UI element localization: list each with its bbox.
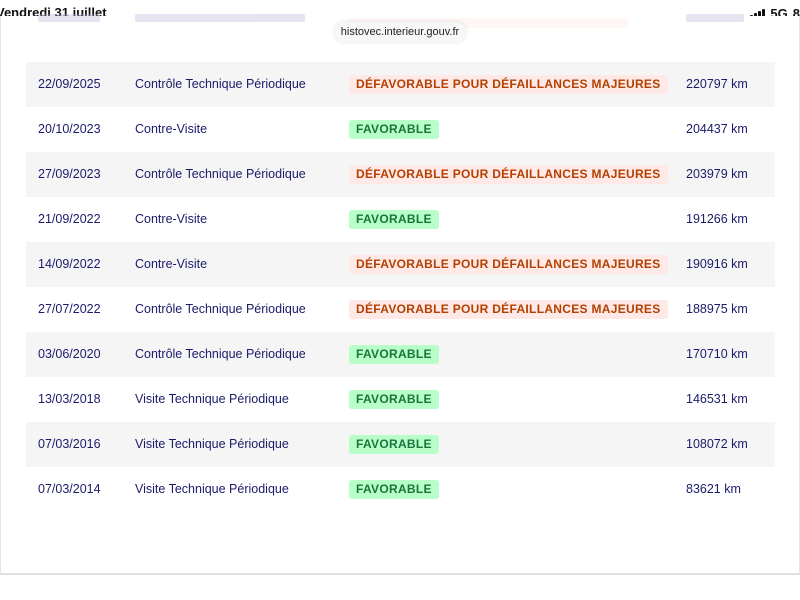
table-row: 20/10/2023 Contre-Visite FAVORABLE 204437 k… [26,107,775,152]
table-row: 07/03/2016 Visite Technique Périodique FAV… [26,422,775,467]
inspection-result: DÉFAVORABLE POUR DÉFAILLANCES MAJEURES [349,75,668,94]
inspection-mileage: 170710 km [686,347,748,361]
inspection-type: Visite Technique Périodique [135,392,289,406]
inspection-date: 22/09/2025 [38,77,101,91]
inspection-mileage: 204437 km [686,122,748,136]
inspection-type: Visite Technique Périodique [135,437,289,451]
result-badge: DÉFAVORABLE POUR DÉFAILLANCES MAJEURES [349,165,668,184]
inspection-date: 27/09/2023 [38,167,101,181]
inspection-mileage: 188975 km [686,302,748,316]
inspection-type: Contrôle Technique Périodique [135,347,306,361]
inspection-mileage: 83621 km [686,482,741,496]
table-row: 13/03/2018 Visite Technique Périodique FAV… [26,377,775,422]
inspection-date: 27/07/2022 [38,302,101,316]
inspection-date: 07/03/2016 [38,437,101,451]
result-badge: FAVORABLE [349,390,439,409]
inspection-result: DÉFAVORABLE POUR DÉFAILLANCES MAJEURES [349,255,668,274]
inspection-result: FAVORABLE [349,210,439,229]
inspection-result: FAVORABLE [349,345,439,364]
table-row: 03/06/2020 Contrôle Technique Périodique F… [26,332,775,377]
page-divider [0,574,800,575]
inspection-result: FAVORABLE [349,480,439,499]
inspection-mileage: 146531 km [686,392,748,406]
inspection-result: DÉFAVORABLE POUR DÉFAILLANCES MAJEURES [349,300,668,319]
inspection-result: FAVORABLE [349,390,439,409]
inspection-mileage: 190916 km [686,257,748,271]
table-row: 27/07/2022 Contrôle Technique Périodique D… [26,287,775,332]
result-badge: FAVORABLE [349,480,439,499]
inspection-result: FAVORABLE [349,120,439,139]
table-row: 27/09/2023 Contrôle Technique Périodique D… [26,152,775,197]
partial-result-placeholder [349,8,629,28]
partial-km-placeholder [686,2,744,34]
inspection-type: Visite Technique Périodique [135,482,289,496]
inspection-type: Contre-Visite [135,257,208,271]
result-badge: FAVORABLE [349,345,439,364]
table-row: 21/09/2022 Contre-Visite FAVORABLE 191266 k… [26,197,775,242]
inspection-type: Contrôle Technique Périodique [135,167,306,181]
result-badge: FAVORABLE [349,210,439,229]
inspection-mileage: 203979 km [686,167,748,181]
inspection-mileage: 191266 km [686,212,748,226]
inspection-date: 13/03/2018 [38,392,101,406]
table-row: 07/03/2014 Visite Technique Périodique FAV… [26,467,775,512]
inspection-type: Contrôle Technique Périodique [135,77,306,91]
inspection-date: 07/03/2014 [38,482,101,496]
result-badge: DÉFAVORABLE POUR DÉFAILLANCES MAJEURES [349,300,668,319]
inspection-type: Contre-Visite [135,212,208,226]
inspection-type: Contre-Visite [135,122,208,136]
result-badge: FAVORABLE [349,120,439,139]
partial-type-placeholder [135,2,305,34]
inspection-type: Contrôle Technique Périodique [135,302,306,316]
table-row: 14/09/2022 Contre-Visite DÉFAVORABLE POUR … [26,242,775,287]
inspection-result: DÉFAVORABLE POUR DÉFAILLANCES MAJEURES [349,165,668,184]
inspection-mileage: 220797 km [686,77,748,91]
result-badge: DÉFAVORABLE POUR DÉFAILLANCES MAJEURES [349,255,668,274]
partial-date-placeholder [38,2,100,34]
result-badge: DÉFAVORABLE POUR DÉFAILLANCES MAJEURES [349,75,668,94]
inspection-date: 03/06/2020 [38,347,101,361]
inspection-date: 20/10/2023 [38,122,101,136]
inspection-date: 21/09/2022 [38,212,101,226]
result-badge: FAVORABLE [349,435,439,454]
inspection-result: FAVORABLE [349,435,439,454]
table-row: 22/09/2025 Contrôle Technique Périodique D… [26,62,775,107]
inspection-mileage: 108072 km [686,437,748,451]
address-bar[interactable]: histovec.interieur.gouv.fr [334,22,466,42]
inspection-date: 14/09/2022 [38,257,101,271]
